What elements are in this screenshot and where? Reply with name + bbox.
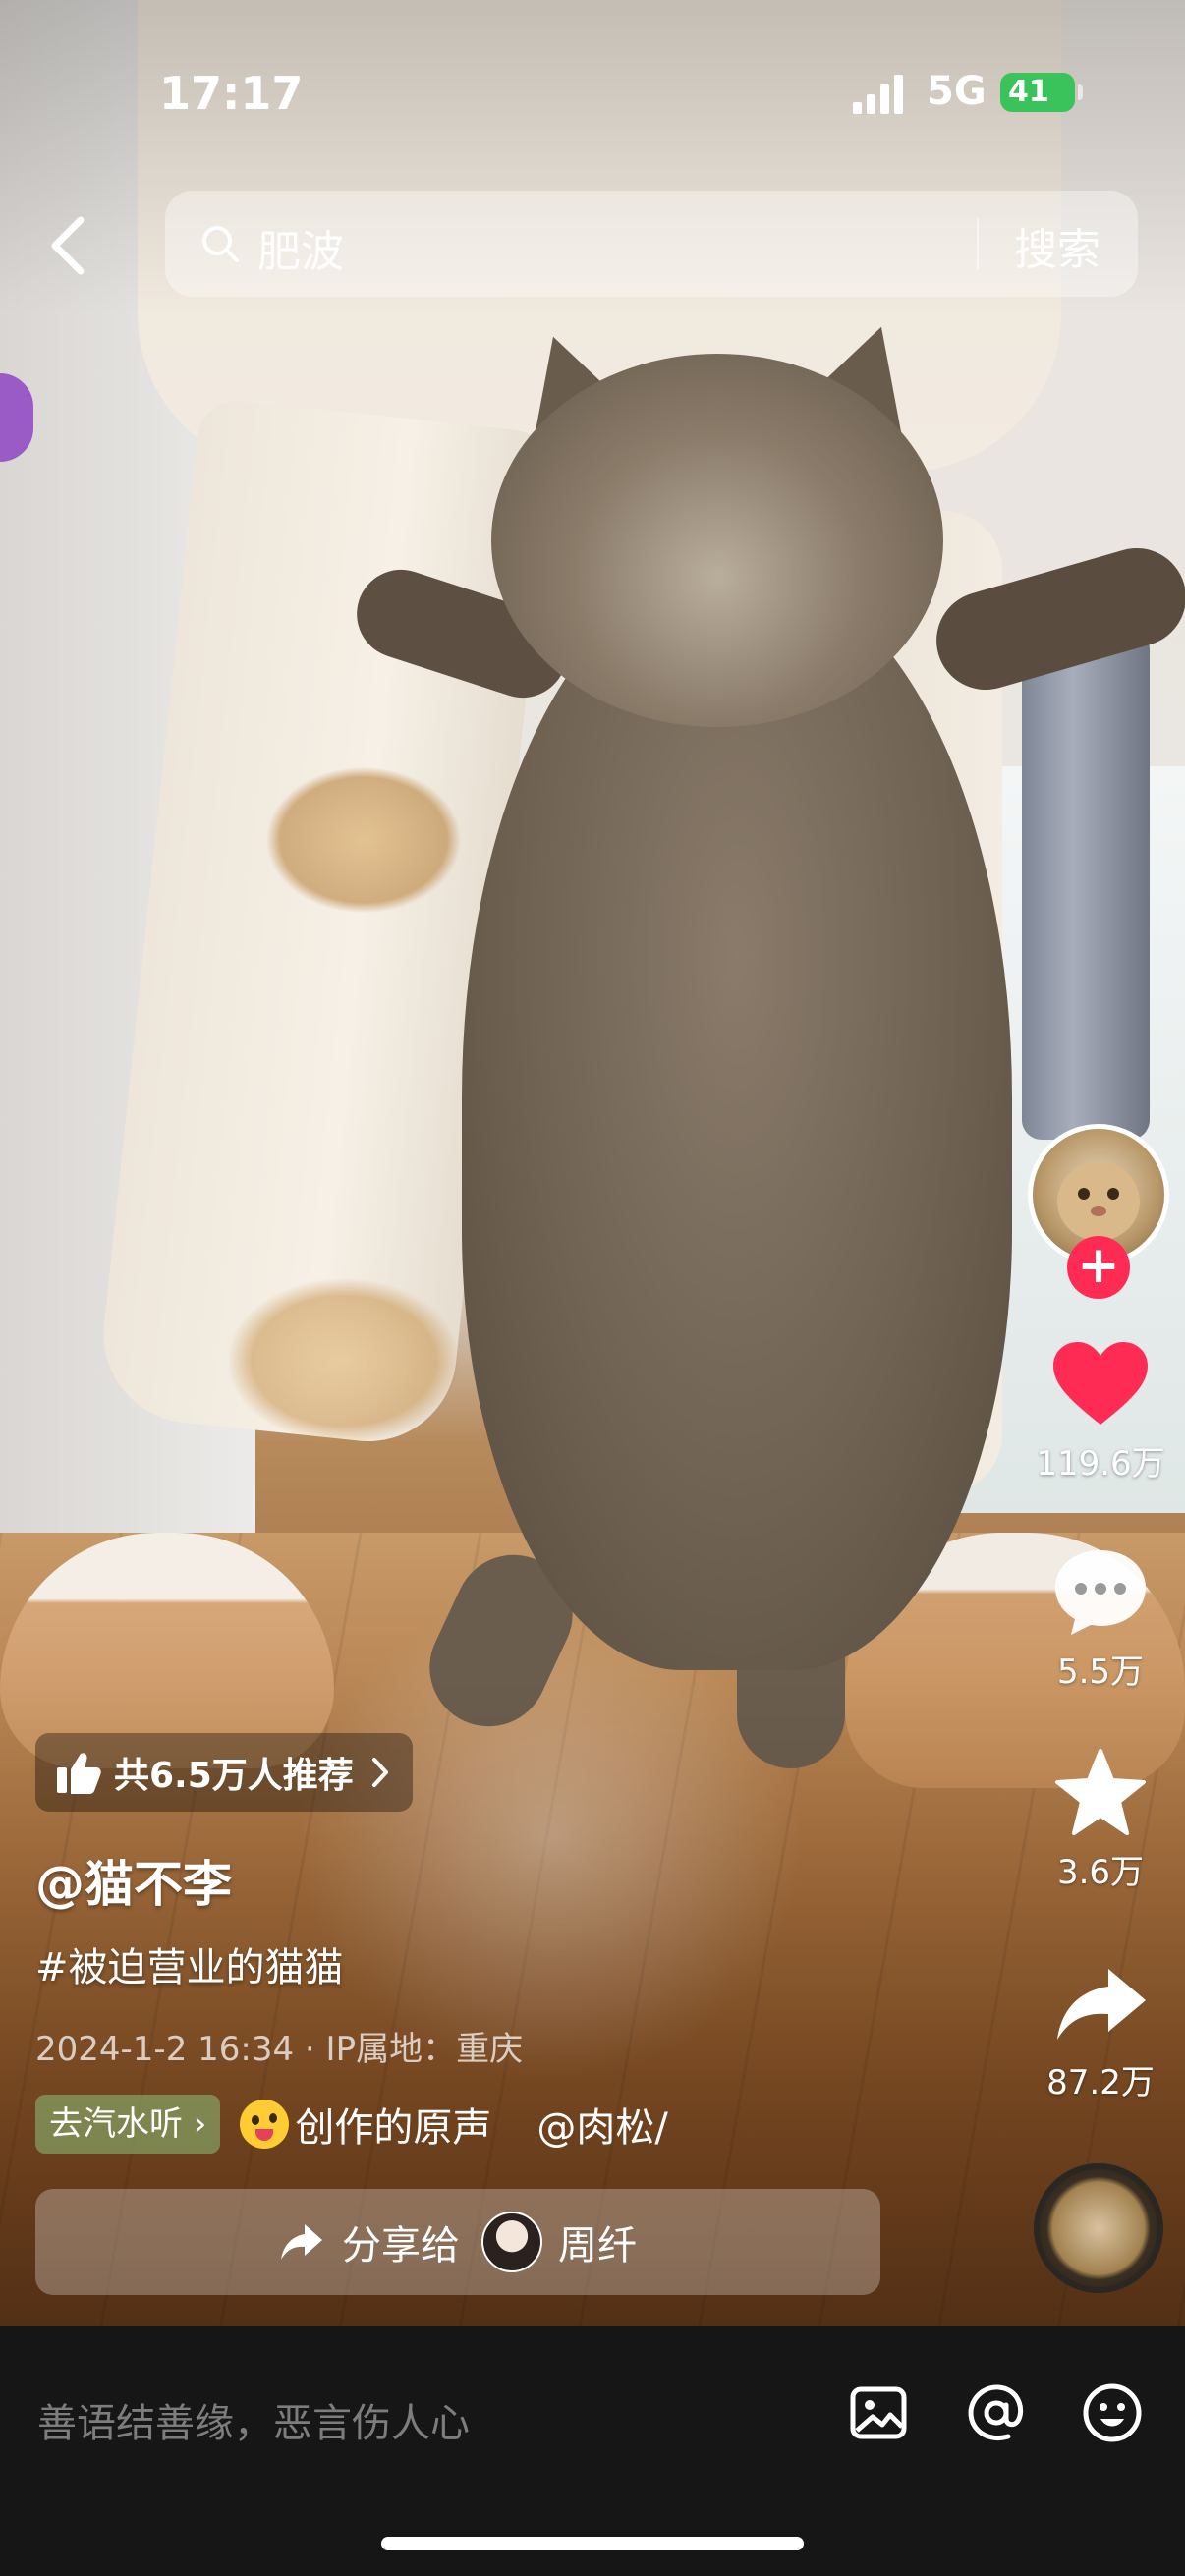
signal-icon (853, 75, 903, 114)
video-meta: 2024-1-2 16:34 · IP属地：重庆 (35, 2030, 524, 2069)
status-bar: 17:17 5G 41 (0, 59, 1185, 138)
emoji-icon (240, 2100, 290, 2149)
video-pajama-print (226, 1277, 462, 1444)
follow-button[interactable]: + (1067, 1236, 1130, 1299)
like-button[interactable]: 119.6万 (1022, 1340, 1179, 1484)
comment-bubble-icon (1055, 1550, 1146, 1635)
share-arrow-icon (281, 2224, 322, 2260)
share-to-friend-bar[interactable]: 分享给 周纤 (35, 2189, 880, 2295)
image-icon[interactable] (847, 2381, 910, 2444)
music-credit[interactable]: @肉松/ (536, 2096, 694, 2153)
battery-level: 41 (1008, 75, 1049, 109)
recommend-badge[interactable]: 共6.5万人推荐 (35, 1733, 413, 1812)
emoji-icon[interactable] (1081, 2381, 1144, 2444)
music-title[interactable]: 创作的原声 (295, 2096, 491, 2153)
music-disc[interactable] (1034, 2163, 1163, 2293)
search-bar[interactable]: 肥波 搜索 (165, 191, 1138, 297)
heart-icon (1053, 1342, 1148, 1425)
video-curtain (1022, 629, 1150, 1140)
video-cat-body (462, 570, 1012, 1670)
comment-input-bar: 善语结善缘，恶言伤人心 (0, 2326, 1185, 2576)
go-listen-button[interactable]: 去汽水听 › (35, 2095, 221, 2154)
home-indicator[interactable] (381, 2537, 804, 2550)
share-to-friend-content: 分享给 周纤 (35, 2189, 880, 2295)
search-divider (977, 218, 979, 269)
thumbs-up-icon (57, 1753, 101, 1794)
search-icon (202, 226, 239, 262)
status-time: 17:17 (159, 67, 304, 120)
like-count: 119.6万 (1036, 1444, 1165, 1484)
battery-icon: 41 (1000, 73, 1083, 112)
music-row[interactable]: 去汽水听 › 创作的原声 @肉松/ (35, 2093, 694, 2156)
share-label: 分享给 (342, 2223, 460, 2268)
video-player-screen: 17:17 5G 41 肥波 搜索 + 119.6万 5.5万 3.6万 87.… (0, 0, 1185, 2576)
comment-input[interactable]: 善语结善缘，恶言伤人心 (37, 2391, 470, 2448)
friend-avatar (481, 2212, 542, 2272)
comment-count: 5.5万 (1056, 1652, 1145, 1692)
search-button[interactable]: 搜索 (1014, 214, 1100, 277)
search-query[interactable]: 肥波 (257, 216, 344, 279)
at-icon[interactable] (965, 2381, 1028, 2444)
video-hashtag[interactable]: #被迫营业的猫猫 (35, 1935, 344, 1992)
recommend-text: 共6.5万人推荐 (114, 1756, 354, 1796)
favorite-count: 3.6万 (1056, 1853, 1145, 1892)
comment-button[interactable]: 5.5万 (1022, 1546, 1179, 1693)
author-name[interactable]: @猫不李 (35, 1845, 232, 1916)
chevron-left-icon[interactable] (39, 206, 98, 285)
share-button[interactable]: 87.2万 (1022, 1963, 1179, 2103)
chevron-right-icon (371, 1758, 388, 1787)
friend-name: 周纤 (558, 2223, 637, 2268)
favorite-button[interactable]: 3.6万 (1022, 1747, 1179, 1893)
share-arrow-icon (1057, 1969, 1146, 2040)
network-type: 5G (927, 69, 987, 114)
video-pajama-print (265, 766, 462, 914)
star-icon (1055, 1749, 1146, 1835)
video-cat-head (491, 354, 943, 727)
share-count: 87.2万 (1046, 2063, 1155, 2102)
